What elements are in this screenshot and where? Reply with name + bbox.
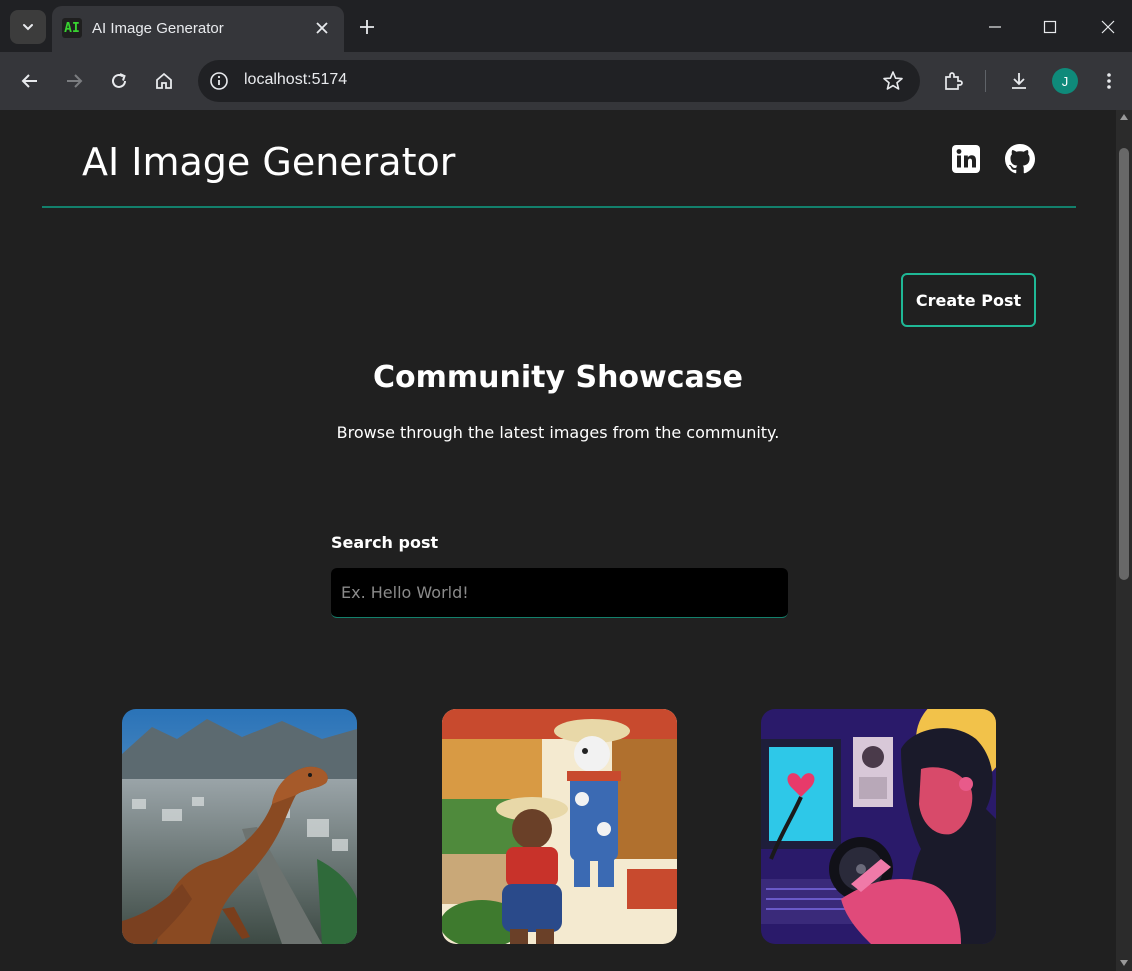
address-bar[interactable]: localhost:5174 <box>198 60 920 102</box>
gallery-card[interactable] <box>442 709 677 944</box>
arrow-right-icon <box>67 74 83 88</box>
dinosaur-city-image <box>122 709 357 944</box>
scroll-up-arrow-icon[interactable] <box>1120 114 1128 120</box>
reload-icon <box>112 73 126 88</box>
scroll-thumb[interactable] <box>1119 148 1129 580</box>
gallery-card[interactable] <box>761 709 996 944</box>
site-title[interactable]: AI Image Generator <box>82 140 455 184</box>
browser-toolbar: localhost:5174 J <box>0 52 1132 110</box>
github-icon[interactable] <box>1005 144 1035 174</box>
tab-close-button[interactable] <box>312 18 332 38</box>
showcase-title: Community Showcase <box>372 360 743 395</box>
chevron-down-icon <box>23 24 33 31</box>
minimize-icon <box>989 26 1001 28</box>
url-text[interactable]: localhost:5174 <box>244 71 347 89</box>
bookmark-star-icon[interactable] <box>882 70 904 92</box>
site-header: AI Image Generator <box>42 110 1076 208</box>
page-scrollbar[interactable] <box>1116 110 1132 971</box>
new-tab-button[interactable] <box>354 14 380 40</box>
downloads-button[interactable] <box>1004 66 1034 96</box>
maximize-icon <box>1043 20 1057 34</box>
plus-icon <box>360 20 374 34</box>
reload-button[interactable] <box>104 66 134 96</box>
browser-tab[interactable]: AI AI Image Generator <box>52 6 344 52</box>
linkedin-icon[interactable] <box>951 144 981 174</box>
dj-turntable-image <box>761 709 996 944</box>
gallery-card[interactable] <box>122 709 357 944</box>
info-icon[interactable] <box>208 70 230 92</box>
back-button[interactable] <box>15 66 45 96</box>
home-icon <box>156 72 172 89</box>
minimize-button[interactable] <box>980 12 1010 42</box>
bears-market-image <box>442 709 677 944</box>
search-input[interactable] <box>331 568 788 618</box>
favicon-icon: AI <box>62 18 82 38</box>
more-vertical-icon <box>1107 73 1111 89</box>
page-viewport: AI Image Generator Create Post Community… <box>0 110 1116 971</box>
arrow-left-icon <box>21 74 37 88</box>
download-icon <box>1012 73 1026 89</box>
create-post-button[interactable]: Create Post <box>901 273 1036 327</box>
browser-tab-strip: AI AI Image Generator <box>0 0 1132 52</box>
profile-avatar[interactable]: J <box>1052 68 1078 94</box>
showcase-subtitle: Browse through the latest images from th… <box>336 423 780 442</box>
extensions-button[interactable] <box>938 66 968 96</box>
maximize-button[interactable] <box>1035 12 1065 42</box>
tab-search-button[interactable] <box>10 10 46 44</box>
tab-title: AI Image Generator <box>92 20 224 37</box>
puzzle-icon <box>945 72 963 90</box>
forward-button[interactable] <box>59 66 89 96</box>
close-icon <box>316 22 328 34</box>
window-close-button[interactable] <box>1093 12 1123 42</box>
search-label: Search post <box>331 533 439 552</box>
home-button[interactable] <box>149 66 179 96</box>
browser-menu-button[interactable] <box>1094 66 1124 96</box>
scroll-down-arrow-icon[interactable] <box>1120 960 1128 966</box>
toolbar-divider <box>985 70 986 92</box>
close-icon <box>1101 20 1115 34</box>
